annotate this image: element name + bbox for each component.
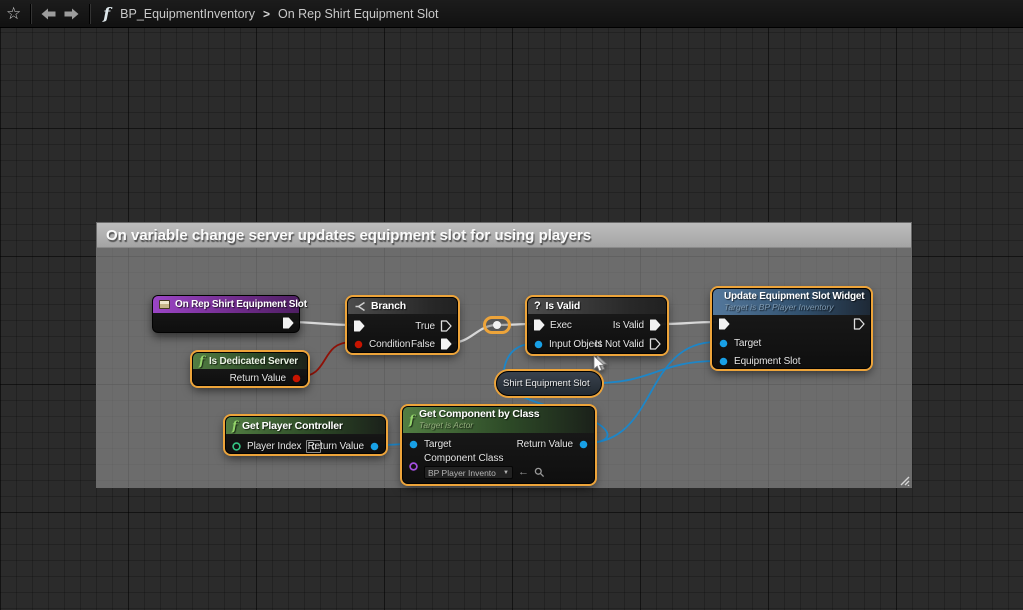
is-not-valid-exec-pin[interactable]: Is Not Valid xyxy=(595,335,661,353)
pin-label: True xyxy=(415,321,435,332)
dropdown-value: BP Player Invento xyxy=(428,467,496,479)
node-is-dedicated-server[interactable]: f Is Dedicated Server Return Value xyxy=(192,352,308,386)
return-value-pin[interactable]: Return Value xyxy=(517,435,589,453)
node-title: Branch xyxy=(371,300,406,312)
node-shirt-equipment-slot-getter[interactable]: Shirt Equipment Slot xyxy=(496,371,602,396)
function-icon: f xyxy=(232,419,237,433)
pin-label: Target xyxy=(734,338,761,349)
branch-icon xyxy=(354,301,366,312)
pin-label: Exec xyxy=(550,320,572,331)
exec-in-pin[interactable] xyxy=(353,317,365,335)
pin-label: Return Value xyxy=(308,441,364,452)
reroute-pin[interactable] xyxy=(493,321,501,329)
return-value-pin[interactable]: Return Value xyxy=(230,369,302,387)
exec-out-pin[interactable] xyxy=(282,314,294,332)
node-title: Is Dedicated Server xyxy=(209,356,298,367)
exec-out-pin[interactable] xyxy=(853,315,865,333)
toolbar-divider xyxy=(89,4,90,24)
node-update-equipment-slot-widget[interactable]: Update Equipment Slot Widget Target is B… xyxy=(712,288,871,369)
pin-label: Target xyxy=(424,439,451,450)
comment-resize-handle[interactable] xyxy=(898,474,910,486)
node-is-valid[interactable]: ? Is Valid Exec Is Valid Input Object Is… xyxy=(527,297,667,354)
component-class-label: Component Class xyxy=(424,453,545,464)
back-button[interactable] xyxy=(40,7,57,21)
question-icon: ? xyxy=(534,300,541,312)
node-get-player-controller[interactable]: f Get Player Controller Player Index 0 R… xyxy=(225,416,386,454)
comment-title: On variable change server updates equipm… xyxy=(106,227,591,244)
target-pin[interactable]: Target xyxy=(408,435,451,453)
node-title: Update Equipment Slot Widget xyxy=(724,291,864,302)
variable-label: Shirt Equipment Slot xyxy=(503,378,590,389)
pin-label: Is Valid xyxy=(613,320,644,331)
function-icon: f xyxy=(199,354,204,368)
forward-button[interactable] xyxy=(63,7,80,21)
equipment-slot-pin[interactable]: Equipment Slot xyxy=(718,352,800,370)
node-subtitle: Target is Actor xyxy=(419,420,539,431)
function-graph-icon: f xyxy=(99,4,114,23)
exec-in-pin[interactable] xyxy=(718,315,730,333)
true-exec-pin[interactable]: True xyxy=(415,317,452,335)
pin-label: Return Value xyxy=(517,439,573,450)
breadcrumb-current[interactable]: On Rep Shirt Equipment Slot xyxy=(278,7,439,21)
pin-label: Player Index xyxy=(247,441,301,452)
component-class-pin[interactable] xyxy=(408,461,419,472)
chevron-down-icon: ▼ xyxy=(503,467,509,479)
is-valid-exec-pin[interactable]: Is Valid xyxy=(613,316,661,334)
node-title: Get Player Controller xyxy=(242,420,343,432)
pin-label: Is Not Valid xyxy=(595,339,644,350)
browse-search-icon[interactable] xyxy=(534,467,545,478)
exec-in-pin[interactable]: Exec xyxy=(533,316,572,334)
reroute-node[interactable] xyxy=(483,316,511,334)
use-selected-asset-icon[interactable]: ← xyxy=(518,467,529,478)
component-class-dropdown[interactable]: BP Player Invento ▼ xyxy=(424,466,513,479)
breadcrumb-chevron-icon: > xyxy=(261,7,272,21)
node-on-rep-shirt-equipment-slot[interactable]: On Rep Shirt Equipment Slot xyxy=(152,295,300,333)
node-get-component-by-class[interactable]: f Get Component by Class Target is Actor… xyxy=(402,406,595,484)
node-title: Is Valid xyxy=(546,300,581,312)
comment-header[interactable]: On variable change server updates equipm… xyxy=(97,223,911,248)
node-title: Get Component by Class xyxy=(419,409,539,420)
pin-label: False xyxy=(411,339,435,350)
node-title: On Rep Shirt Equipment Slot xyxy=(175,299,307,310)
node-subtitle: Target is BP Player Inventory xyxy=(724,302,864,313)
false-exec-pin[interactable]: False xyxy=(411,335,452,353)
function-icon: f xyxy=(409,413,414,427)
pin-label: Equipment Slot xyxy=(734,356,800,367)
favorite-star-icon[interactable]: ☆ xyxy=(6,0,21,28)
mouse-cursor xyxy=(591,355,609,375)
pin-label: Return Value xyxy=(230,373,286,384)
input-object-pin[interactable]: Input Object xyxy=(533,335,602,353)
node-branch[interactable]: Branch True Condition False xyxy=(347,297,458,353)
graph-toolbar: ☆ f BP_EquipmentInventory > On Rep Shirt… xyxy=(0,0,1023,28)
output-pin[interactable] xyxy=(594,378,595,389)
return-value-pin[interactable]: Return Value xyxy=(308,437,380,455)
pin-label: Condition xyxy=(369,339,410,350)
toolbar-divider xyxy=(30,4,31,24)
blueprint-graph-canvas[interactable]: On variable change server updates equipm… xyxy=(0,0,1023,610)
condition-pin[interactable]: Condition xyxy=(353,335,410,353)
breadcrumb-root[interactable]: BP_EquipmentInventory xyxy=(120,7,255,21)
event-node-icon xyxy=(159,300,170,309)
target-pin[interactable]: Target xyxy=(718,334,761,352)
